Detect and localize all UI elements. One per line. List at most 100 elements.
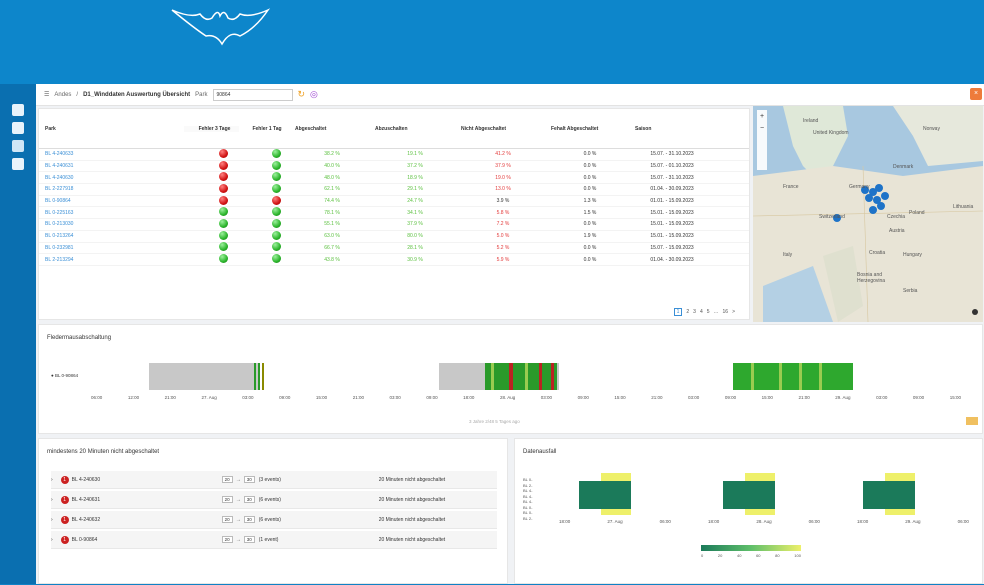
page-button[interactable]: > <box>732 309 735 315</box>
event-row[interactable]: › 1 BL 4-240630 20 → 30 (3 events) 20 Mi… <box>51 471 497 489</box>
col-abg[interactable]: Abgeschaltet <box>289 126 369 132</box>
bar-seg <box>525 363 528 390</box>
expand-icon[interactable]: › <box>51 497 53 503</box>
park-select[interactable]: 90864 <box>212 88 293 101</box>
tick-label: 09:00 <box>426 395 438 400</box>
park-link[interactable]: BL 4-240633 <box>39 151 184 157</box>
tick-label: 06:00 <box>659 519 671 524</box>
settings-icon[interactable] <box>12 140 24 152</box>
filter-icon[interactable]: ◎ <box>310 89 318 100</box>
abg-value: 78.1 % <box>324 209 340 216</box>
col-f3[interactable]: Fehler 3 Tage <box>184 125 239 132</box>
park-link[interactable]: BL 0-232981 <box>39 245 184 251</box>
park-link[interactable]: BL 0-225163 <box>39 210 184 216</box>
dashboard-icon[interactable] <box>12 104 24 116</box>
arrow-icon: → <box>235 516 241 523</box>
abg-value: 40.0 % <box>324 163 340 170</box>
park-link[interactable]: BL 2-227918 <box>39 186 184 192</box>
park-link[interactable]: BL 4-240631 <box>39 163 184 169</box>
map[interactable]: + − Ireland United Kingdom Norway Denmar… <box>753 106 983 322</box>
col-park[interactable]: Park <box>39 126 184 132</box>
expand-icon[interactable]: › <box>51 537 53 543</box>
menu-icon[interactable]: ☰ <box>44 91 49 98</box>
svg-text:−: − <box>760 125 764 132</box>
tick-label: 15:00 <box>949 395 961 400</box>
col-saison[interactable]: Saison <box>629 126 709 132</box>
park-link[interactable]: BL 4-240630 <box>39 175 184 181</box>
tick-label: 03:00 <box>688 395 700 400</box>
map-label: Denmark <box>893 164 914 170</box>
breadcrumb-home[interactable]: Andes <box>54 92 71 98</box>
pagination: 1 2 3 4 5 … 16 > <box>673 308 735 316</box>
document-icon[interactable] <box>12 158 24 170</box>
table-row[interactable]: BL 0-232981 66.7 % 28.1 % 5.2 % 0.0 % 15… <box>39 242 749 255</box>
col-nicht[interactable]: Nicht Abgeschaltet <box>455 126 545 132</box>
count-badge: 1 <box>60 535 69 544</box>
table-row[interactable]: BL 4-240631 40.0 % 37.2 % 37.9 % 0.0 % 1… <box>39 160 749 173</box>
tick-label: 03:00 <box>389 395 401 400</box>
table-row[interactable]: BL 0-213264 63.0 % 80.0 % 5.0 % 1.9 % 15… <box>39 230 749 243</box>
f1-status-icon <box>239 230 289 242</box>
table-body: BL 4-240633 38.2 % 19.1 % 41.2 % 0.0 % 1… <box>39 148 749 266</box>
table-row[interactable]: BL 0-90864 74.4 % 24.7 % 3.9 % 1.3 % 01.… <box>39 195 749 208</box>
table-row[interactable]: BL 2-227918 62.1 % 29.1 % 13.0 % 0.0 % 0… <box>39 183 749 196</box>
expand-icon[interactable]: › <box>51 517 53 523</box>
heat-block <box>579 473 631 515</box>
table-row[interactable]: BL 4-240630 48.0 % 18.9 % 19.0 % 0.0 % 1… <box>39 172 749 185</box>
export-icon[interactable] <box>966 417 978 425</box>
count-badge: 1 <box>60 515 69 524</box>
event-count: (3 events) <box>258 476 281 483</box>
park-link[interactable]: BL 0-90864 <box>39 198 184 204</box>
abz-value: 30.9 % <box>407 256 423 263</box>
table-row[interactable]: BL 2-213294 43.8 % 30.9 % 5.9 % 0.0 % 01… <box>39 254 749 266</box>
event-count: (6 events) <box>258 496 281 503</box>
abz-value: 80.0 % <box>407 233 423 240</box>
park-link[interactable]: BL 0-213030 <box>39 221 184 227</box>
col-abz[interactable]: Abzuschalten <box>369 126 455 132</box>
fehalt-value: 1.9 % <box>583 233 597 240</box>
map-canvas[interactable]: + − <box>753 106 983 322</box>
page-button[interactable]: 1 <box>673 308 683 316</box>
table-row[interactable]: BL 4-240633 38.2 % 19.1 % 41.2 % 0.0 % 1… <box>39 148 749 161</box>
map-label: Czechia <box>887 214 906 220</box>
event-status: 20 Minuten nicht abgeschaltet <box>378 496 446 503</box>
bar-seg <box>799 363 802 390</box>
to-box: 30 <box>243 496 255 503</box>
page-button[interactable]: 2 <box>686 309 689 315</box>
abg-value: 63.0 % <box>324 233 340 240</box>
park-link[interactable]: BL 2-213294 <box>39 257 184 263</box>
tick-label: 27. Aug <box>201 395 217 400</box>
col-fehalt[interactable]: Fehalt Abgeschaltet <box>545 126 629 132</box>
col-f1[interactable]: Fehler 1 Tag <box>239 126 289 132</box>
expand-icon[interactable]: › <box>51 477 53 483</box>
app-window: ☰ Andes / D1_Winddaten Auswertung Übersi… <box>36 84 984 584</box>
tick-label: 29. Aug <box>835 395 851 400</box>
page-button[interactable]: 16 <box>723 309 729 315</box>
database-icon[interactable] <box>12 122 24 134</box>
event-row[interactable]: › 1 BL 4-240632 20 → 30 (6 events) 20 Mi… <box>51 511 497 529</box>
tick-label: 21:00 <box>352 395 364 400</box>
abz-value: 24.7 % <box>407 198 423 205</box>
map-label: Ireland <box>803 118 819 124</box>
table-row[interactable]: BL 0-213030 55.1 % 37.9 % 7.2 % 0.0 % 15… <box>39 218 749 231</box>
page-button[interactable]: 5 <box>707 309 710 315</box>
close-button[interactable]: × <box>970 88 982 100</box>
tick-label: 09:00 <box>912 395 925 400</box>
table-row[interactable]: BL 0-225163 78.1 % 34.1 % 5.8 % 1.5 % 15… <box>39 207 749 220</box>
f3-status-icon <box>184 148 239 160</box>
page-button[interactable]: … <box>714 309 719 315</box>
refresh-icon[interactable]: ↻ <box>298 89 306 100</box>
event-row[interactable]: › 1 BL 4-240631 20 → 30 (6 events) 20 Mi… <box>51 491 497 509</box>
abg-value: 38.2 % <box>324 151 340 158</box>
saison-value: 01.01. - 15.09.2023 <box>650 198 694 205</box>
saison-value: 15.01. - 15.09.2023 <box>650 233 694 240</box>
event-row[interactable]: › 1 BL 0-90864 20 → 30 (1 event) 20 Minu… <box>51 531 497 549</box>
park-link[interactable]: BL 0-213264 <box>39 233 184 239</box>
map-label: Croatia <box>869 250 886 256</box>
fehalt-value: 1.3 % <box>583 198 597 205</box>
page-button[interactable]: 4 <box>700 309 703 315</box>
event-status: 20 Minuten nicht abgeschaltet <box>378 476 446 483</box>
bar-seg <box>254 363 256 390</box>
saison-value: 15.07. - 31.10.2023 <box>650 174 694 181</box>
page-button[interactable]: 3 <box>693 309 696 315</box>
